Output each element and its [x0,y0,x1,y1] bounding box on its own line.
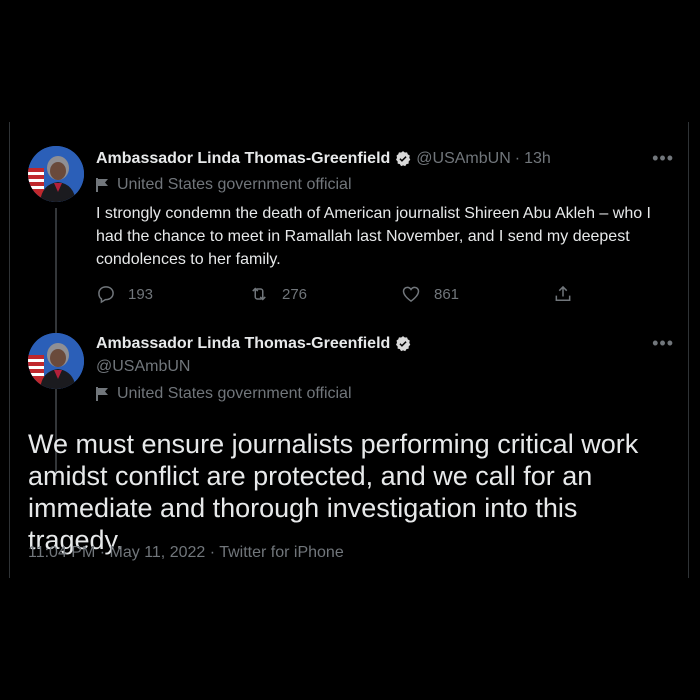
handle[interactable]: @USAmbUN [416,150,510,168]
relative-time[interactable]: 13h [524,150,551,168]
share-button[interactable] [553,284,585,304]
retweet-button[interactable]: 276 [248,284,400,304]
like-button[interactable]: 861 [400,284,553,304]
government-label[interactable]: United States government official [96,176,352,194]
reply-icon [98,286,114,304]
flag-icon [96,178,108,192]
display-name[interactable]: Ambassador Linda Thomas-Greenfield [96,335,390,353]
tweet-text: We must ensure journalists performing cr… [28,429,639,555]
heart-icon [402,286,420,302]
separator-dot: · [514,150,521,167]
share-icon [555,285,571,301]
flag-icon [96,387,108,401]
tweet-actions: 193 276 861 [96,284,672,304]
tweet-timestamp[interactable]: 11:04 PM · May 11, 2022 · Twitter for iP… [28,544,344,562]
frame-left-border [9,122,10,578]
tweet-header: Ambassador Linda Thomas-Greenfield [96,335,412,353]
retweet-icon [252,287,266,301]
tweet-2[interactable]: Ambassador Linda Thomas-Greenfield ••• @… [28,333,680,573]
like-count: 861 [434,285,460,303]
handle[interactable]: @USAmbUN [96,358,190,376]
verified-badge-icon [396,336,411,352]
reply-count: 193 [128,285,154,303]
verified-badge-icon [396,151,411,167]
tweet-text: I strongly condemn the death of American… [96,205,651,268]
government-label-text: United States government official [117,176,352,193]
handle-row: @USAmbUN [96,358,190,376]
retweet-count: 276 [282,285,308,303]
more-icon[interactable]: ••• [652,148,674,169]
government-label-text: United States government official [117,385,352,402]
reply-button[interactable]: 193 [96,284,248,304]
more-icon[interactable]: ••• [652,333,674,354]
display-name[interactable]: Ambassador Linda Thomas-Greenfield [96,150,390,168]
government-label[interactable]: United States government official [96,385,352,403]
tweet-1[interactable]: Ambassador Linda Thomas-Greenfield @USAm… [28,146,680,476]
tweet-header: Ambassador Linda Thomas-Greenfield @USAm… [96,150,551,168]
avatar[interactable] [28,333,84,389]
avatar[interactable] [28,146,84,202]
frame-right-border [688,122,689,578]
